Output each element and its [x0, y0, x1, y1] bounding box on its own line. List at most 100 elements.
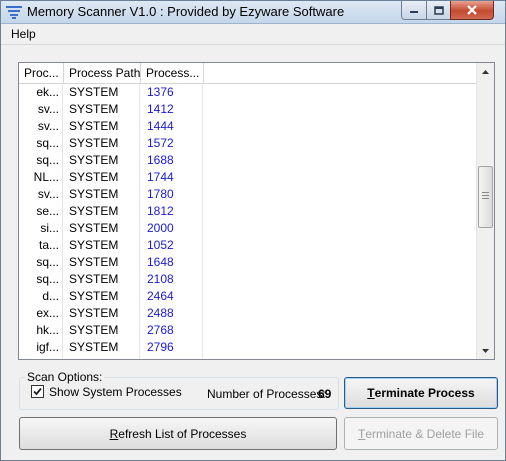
- table-row[interactable]: sq... SYSTEM 2108: [19, 271, 477, 288]
- process-id-cell: 2768: [141, 322, 203, 339]
- grip-line: [482, 198, 489, 199]
- process-name-cell: si...: [19, 220, 63, 237]
- table-row[interactable]: sq... SYSTEM 1648: [19, 254, 477, 271]
- process-id-cell: 1780: [141, 186, 203, 203]
- process-name-cell: sv...: [19, 118, 63, 135]
- process-id-cell: 1648: [141, 254, 203, 271]
- list-header: Proc... Process Path Process...: [19, 63, 477, 84]
- process-name-cell: ex...: [19, 305, 63, 322]
- process-path-cell: SYSTEM: [64, 169, 140, 186]
- column-header-pid[interactable]: Process...: [141, 63, 204, 83]
- process-path-cell: SYSTEM: [64, 186, 140, 203]
- table-row[interactable]: ek... SYSTEM 1376: [19, 84, 477, 101]
- process-path-cell: SYSTEM: [64, 271, 140, 288]
- process-path-cell: SYSTEM: [64, 152, 140, 169]
- scroll-thumb[interactable]: [478, 166, 493, 228]
- process-path-cell: SYSTEM: [64, 356, 140, 359]
- process-name-cell: sq...: [19, 152, 63, 169]
- scroll-up-button[interactable]: [477, 63, 494, 80]
- table-row[interactable]: NL... SYSTEM 1744: [19, 169, 477, 186]
- scroll-up-icon: [482, 69, 489, 74]
- terminate-delete-label: erminate & Delete File: [365, 426, 485, 441]
- process-path-cell: SYSTEM: [64, 322, 140, 339]
- minimize-icon: [410, 11, 418, 13]
- table-row[interactable]: sv... SYSTEM 1444: [19, 118, 477, 135]
- number-of-processes-label: Number of Processes:: [207, 387, 326, 401]
- terminate-process-button[interactable]: Terminate Process: [344, 377, 498, 409]
- process-id-cell: 2488: [141, 305, 203, 322]
- vertical-scrollbar[interactable]: [476, 63, 494, 359]
- process-name-cell: sq...: [19, 135, 63, 152]
- process-id-cell: 2108: [141, 271, 203, 288]
- process-path-cell: SYSTEM: [64, 237, 140, 254]
- table-row[interactable]: d... SYSTEM 2464: [19, 288, 477, 305]
- grip-line: [482, 192, 489, 193]
- process-path-cell: SYSTEM: [64, 220, 140, 237]
- menu-bar: Help: [1, 24, 505, 45]
- column-header-name[interactable]: Proc...: [19, 63, 64, 83]
- table-row[interactable]: sv... SYSTEM 1412: [19, 101, 477, 118]
- process-id-cell: 1812: [141, 203, 203, 220]
- table-row[interactable]: ta... SYSTEM 1052: [19, 237, 477, 254]
- app-icon: [6, 6, 22, 19]
- process-list[interactable]: Proc... Process Path Process... ek... SYS…: [18, 62, 495, 360]
- close-button[interactable]: [450, 1, 494, 20]
- table-row[interactable]: si... SYSTEM 2000: [19, 220, 477, 237]
- menu-help[interactable]: Help: [11, 27, 36, 41]
- table-row[interactable]: igf... SYSTEM 2796: [19, 339, 477, 356]
- process-name-cell: ek...: [19, 84, 63, 101]
- number-of-processes-value: 69: [318, 387, 332, 401]
- process-id-cell: 1052: [141, 237, 203, 254]
- terminate-delete-file-button[interactable]: Terminate & Delete File: [344, 417, 498, 450]
- table-row[interactable]: sv... SYSTEM 1780: [19, 186, 477, 203]
- process-name-cell: sv...: [19, 101, 63, 118]
- table-row[interactable]: se... SYSTEM 1812: [19, 203, 477, 220]
- process-id-cell: 2796: [141, 339, 203, 356]
- grip-line: [482, 195, 489, 196]
- terminate-process-accesskey: T: [367, 386, 375, 400]
- process-id-cell: 2464: [141, 288, 203, 305]
- process-id-cell: 1444: [141, 118, 203, 135]
- table-row[interactable]: ex... SYSTEM 2488: [19, 305, 477, 322]
- scroll-down-button[interactable]: [477, 342, 494, 359]
- window-title: Memory Scanner V1.0 : Provided by Ezywar…: [27, 4, 345, 19]
- process-path-cell: SYSTEM: [64, 84, 140, 101]
- maximize-icon: [433, 5, 444, 15]
- table-row[interactable]: sq... SYSTEM 1688: [19, 152, 477, 169]
- process-id-cell: 1688: [141, 152, 203, 169]
- process-name-cell: ta...: [19, 237, 63, 254]
- process-path-cell: SYSTEM: [64, 254, 140, 271]
- process-path-cell: SYSTEM: [64, 101, 140, 118]
- checkmark-icon: [33, 387, 42, 396]
- title-bar[interactable]: Memory Scanner V1.0 : Provided by Ezywar…: [1, 1, 505, 24]
- process-id-cell: 2000: [141, 220, 203, 237]
- terminate-delete-accesskey: T: [357, 426, 366, 441]
- process-path-cell: SYSTEM: [64, 118, 140, 135]
- close-icon: [467, 5, 477, 15]
- process-id-cell: 1572: [141, 135, 203, 152]
- process-id-cell: 1744: [141, 169, 203, 186]
- terminate-process-label: erminate Process: [374, 386, 475, 400]
- process-name-cell: sq...: [19, 254, 63, 271]
- process-name-cell: igf...: [19, 339, 63, 356]
- refresh-list-button[interactable]: Refresh List of Processes: [19, 417, 337, 450]
- process-name-cell: ...: [19, 356, 63, 359]
- list-rows: ek... SYSTEM 1376 sv... SYSTEM 1412 sv... SYSTE…: [19, 84, 477, 359]
- process-path-cell: SYSTEM: [64, 339, 140, 356]
- table-row[interactable]: sq... SYSTEM 1572: [19, 135, 477, 152]
- process-path-cell: SYSTEM: [64, 135, 140, 152]
- process-id-cell: 1412: [141, 101, 203, 118]
- process-name-cell: se...: [19, 203, 63, 220]
- table-row[interactable]: ...SYSTEM2856: [19, 356, 477, 359]
- minimize-button[interactable]: [401, 1, 427, 20]
- process-name-cell: d...: [19, 288, 63, 305]
- process-name-cell: sq...: [19, 271, 63, 288]
- scan-options-label: Scan Options:: [25, 370, 105, 384]
- table-row[interactable]: hk... SYSTEM 2768: [19, 322, 477, 339]
- maximize-button[interactable]: [426, 1, 451, 20]
- column-header-path[interactable]: Process Path: [64, 63, 141, 83]
- show-system-processes-checkbox[interactable]: [31, 385, 44, 398]
- process-name-cell: hk...: [19, 322, 63, 339]
- show-system-processes-label[interactable]: Show System Processes: [49, 385, 182, 399]
- process-name-cell: NL...: [19, 169, 63, 186]
